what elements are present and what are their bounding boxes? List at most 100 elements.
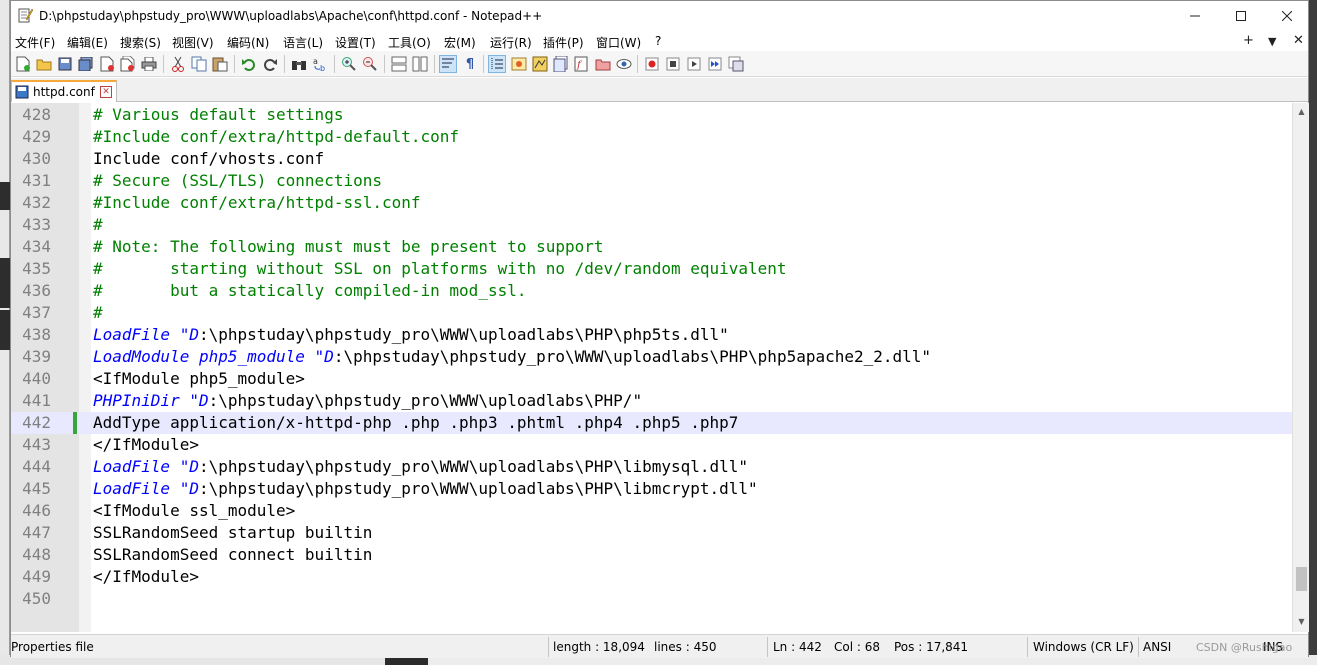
scroll-up-icon[interactable]: ▲ [1293,103,1310,120]
status-bar: Properties file length : 18,094 lines : … [11,634,1308,658]
new-file-button[interactable] [14,55,32,73]
code-line[interactable]: 429 #Include conf/extra/httpd-default.con… [11,126,1292,148]
status-length: length : 18,094 [553,640,645,654]
code-text: LoadModule php5_module "D:\phpstuday\php… [93,347,931,367]
code-line[interactable]: 448 SSLRandomSeed connect builtin [11,544,1292,566]
menu-view[interactable]: 视图(V) [172,34,214,51]
open-file-button[interactable] [35,55,53,73]
fast-forward-icon [708,57,722,71]
minimize-icon [1190,15,1200,17]
code-line[interactable]: 447 SSLRandomSeed startup builtin [11,522,1292,544]
find-button[interactable] [290,55,308,73]
line-number: 441 [22,391,51,410]
define-language-button[interactable] [510,55,528,73]
copy-button[interactable] [190,55,208,73]
code-line[interactable]: 438 LoadFile "D:\phpstuday\phpstudy_pro\W… [11,324,1292,346]
notepadpp-window: D:\phpstuday\phpstudy_pro\WWW\uploadlabs… [10,0,1310,658]
line-number: 438 [22,325,51,344]
indent-guide-button[interactable] [488,55,506,73]
menu-search[interactable]: 搜索(S) [120,34,161,51]
record-macro-button[interactable] [643,55,661,73]
sync-vertical-button[interactable] [390,55,408,73]
code-line[interactable]: 440 <IfModule php5_module> [11,368,1292,390]
tab-close-icon[interactable]: ✕ [100,86,112,98]
undo-button[interactable] [240,55,258,73]
status-eol[interactable]: Windows (CR LF) [1033,640,1134,654]
menu-run[interactable]: 运行(R) [490,34,532,51]
code-line[interactable]: 450 [11,588,1292,610]
close-document-button[interactable]: ✕ [1293,33,1304,48]
scrollbar-thumb[interactable] [1296,567,1307,591]
code-line[interactable]: 446 <IfModule ssl_module> [11,500,1292,522]
stop-macro-button[interactable] [664,55,682,73]
code-line[interactable]: 433 # [11,214,1292,236]
menu-encoding[interactable]: 编码(N) [227,34,269,51]
code-editor[interactable]: 428 # Various default settings 429 #Include… [11,103,1292,632]
close-all-button[interactable] [119,55,137,73]
save-all-button[interactable] [77,55,95,73]
print-button[interactable] [140,55,158,73]
stop-icon [666,57,680,71]
tab-list-button[interactable]: ▼ [1268,35,1276,48]
code-token: #Include conf/extra/httpd-default.conf [93,127,460,146]
replace-button[interactable]: ab [311,55,329,73]
menu-help[interactable]: ? [655,34,661,48]
close-file-button[interactable] [98,55,116,73]
doc-list-button[interactable] [552,55,570,73]
redo-button[interactable] [261,55,279,73]
monitoring-button[interactable] [615,55,633,73]
code-line[interactable]: 442 AddType application/x-httpd-php .php … [11,412,1292,434]
replace-icon: ab [313,57,325,72]
folder-workspace-button[interactable] [594,55,612,73]
maximize-button[interactable] [1218,1,1264,31]
menu-plugins[interactable]: 插件(P) [543,34,584,51]
tab-httpd-conf[interactable]: httpd.conf ✕ [11,80,117,102]
function-list-button[interactable]: f [573,55,591,73]
word-wrap-button[interactable] [439,55,457,73]
code-line[interactable]: 449 </IfModule> [11,566,1292,588]
doc-map-button[interactable] [531,55,549,73]
menu-file[interactable]: 文件(F) [15,34,55,51]
code-line[interactable]: 441 PHPIniDir "D:\phpstuday\phpstudy_pro\… [11,390,1292,412]
svg-text:b: b [320,64,325,72]
cut-button[interactable] [169,55,187,73]
zoom-in-button[interactable] [340,55,358,73]
code-line[interactable]: 443 </IfModule> [11,434,1292,456]
save-macro-icon [728,56,744,72]
code-line[interactable]: 434 # Note: The following must must be pr… [11,236,1292,258]
menu-tools[interactable]: 工具(O) [388,34,431,51]
menu-edit[interactable]: 编辑(E) [67,34,108,51]
code-line[interactable]: 437 # [11,302,1292,324]
code-line[interactable]: 428 # Various default settings [11,104,1292,126]
close-button[interactable] [1264,1,1310,31]
zoom-out-button[interactable] [361,55,379,73]
menu-window[interactable]: 窗口(W) [596,34,641,51]
zoom-in-icon [342,57,356,71]
sync-horizontal-button[interactable] [411,55,429,73]
code-line[interactable]: 435 # starting without SSL on platforms w… [11,258,1292,280]
scroll-down-icon[interactable]: ▼ [1293,613,1310,630]
code-line[interactable]: 430 Include conf/vhosts.conf [11,148,1292,170]
code-token: SSLRandomSeed startup builtin [93,523,373,542]
show-all-chars-button[interactable]: ¶ [461,55,479,73]
code-line[interactable]: 436 # but a statically compiled-in mod_ss… [11,280,1292,302]
save-button[interactable] [56,55,74,73]
save-macro-button[interactable] [727,55,745,73]
scissors-icon [172,56,184,72]
menu-macro[interactable]: 宏(M) [444,34,476,51]
menu-settings[interactable]: 设置(T) [335,34,376,51]
paste-button[interactable] [211,55,229,73]
new-tab-button[interactable]: + [1243,33,1254,48]
play-macro-button[interactable] [685,55,703,73]
run-macro-multiple-button[interactable] [706,55,724,73]
code-line[interactable]: 444 LoadFile "D:\phpstuday\phpstudy_pro\W… [11,456,1292,478]
code-line[interactable]: 445 LoadFile "D:\phpstuday\phpstudy_pro\W… [11,478,1292,500]
close-file-icon [100,56,114,72]
code-line[interactable]: 431 # Secure (SSL/TLS) connections [11,170,1292,192]
minimize-button[interactable] [1172,1,1218,31]
code-line[interactable]: 432 #Include conf/extra/httpd-ssl.conf [11,192,1292,214]
status-encoding[interactable]: ANSI [1143,640,1171,654]
menu-language[interactable]: 语言(L) [283,34,323,51]
code-line[interactable]: 439 LoadModule php5_module "D:\phpstuday\… [11,346,1292,368]
vertical-scrollbar[interactable]: ▲ ▼ [1292,103,1309,632]
